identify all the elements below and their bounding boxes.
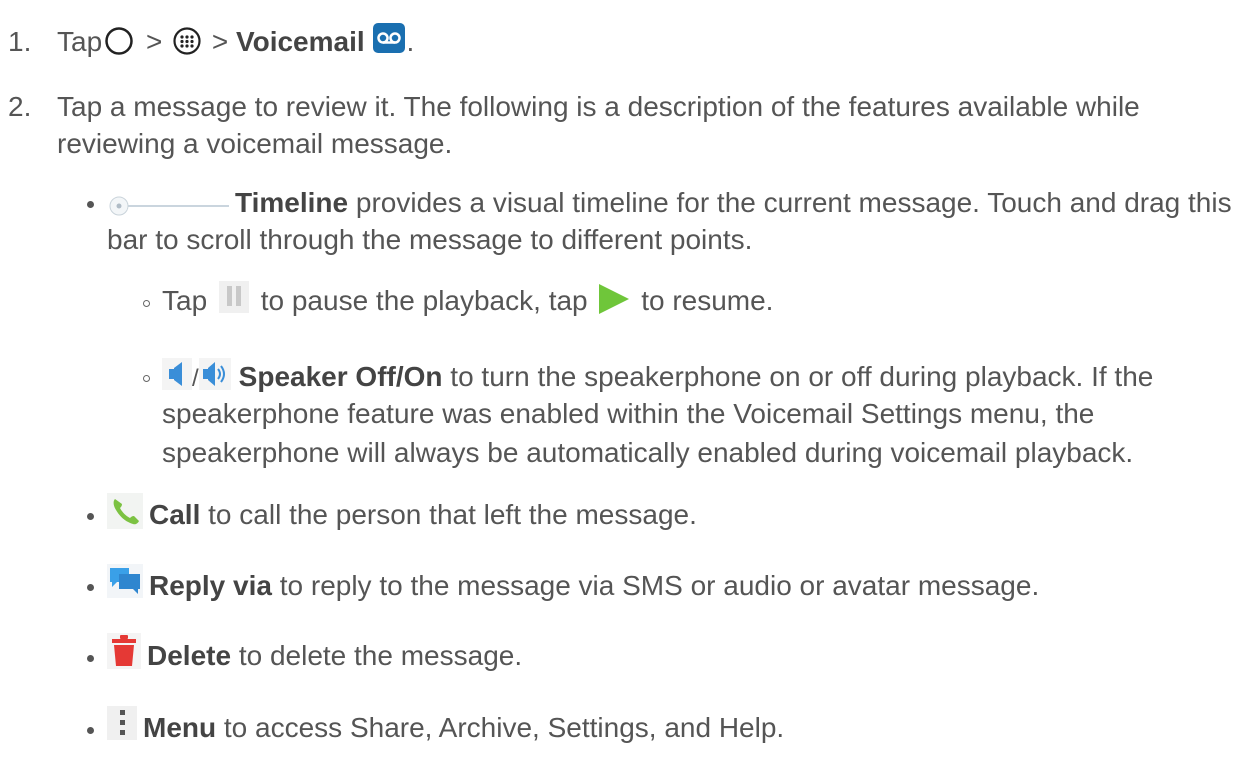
voicemail-icon — [372, 22, 406, 54]
separator: > — [211, 26, 229, 57]
voicemail-label: Voicemail — [236, 26, 365, 57]
sub-bullet — [143, 300, 150, 307]
delete-label: Delete — [147, 640, 232, 671]
speaker-on-icon — [198, 357, 231, 390]
menu-text: to access Share, Archive, Settings, and … — [216, 712, 785, 743]
reply-text: to reply to the message via SMS or audio… — [271, 570, 1040, 601]
pause-item: Tap to pause the playback, tap to resume… — [162, 280, 774, 320]
speaker-text-line3: speakerphone will always be automaticall… — [162, 437, 1134, 468]
step-2-text-line1: Tap a message to review it. The followin… — [57, 91, 1140, 122]
pause-icon — [218, 280, 249, 313]
separator: > — [145, 26, 163, 57]
call-item: Call to call the person that left the me… — [107, 492, 697, 535]
step-number: 2. — [8, 91, 32, 122]
timeline-slider-icon — [107, 190, 231, 216]
bullet — [87, 201, 94, 208]
pause-end-text: to resume. — [641, 285, 774, 316]
menu-item: Menu to access Share, Archive, Settings,… — [107, 705, 785, 747]
reply-chat-icon — [107, 563, 143, 598]
menu-label: Menu — [143, 712, 217, 743]
speaker-item: / Speaker Off/On to turn the speakerphon… — [162, 357, 1154, 398]
bullet — [87, 655, 94, 662]
step-2-text-line2: reviewing a voicemail message. — [57, 128, 453, 159]
call-text: to call the person that left the message… — [200, 499, 697, 530]
pause-mid-text: to pause the playback, tap — [260, 285, 588, 316]
step-number: 1. — [8, 26, 32, 57]
speaker-slash: / — [192, 365, 199, 392]
bullet — [87, 513, 94, 520]
play-icon — [597, 282, 631, 316]
bullet — [87, 727, 94, 734]
reply-item: Reply via to reply to the message via SM… — [107, 563, 1040, 605]
speaker-text-line1: to turn the speakerphone on or off durin… — [442, 361, 1154, 392]
bullet — [87, 584, 94, 591]
delete-text: to delete the message. — [231, 640, 523, 671]
overflow-menu-icon — [107, 705, 137, 740]
delete-item: Delete to delete the message. — [107, 632, 523, 676]
speaker-label: Speaker Off/On — [238, 361, 443, 392]
speaker-off-icon — [162, 357, 192, 390]
apps-icon — [172, 26, 202, 56]
reply-label: Reply via — [149, 570, 272, 601]
trash-icon — [107, 632, 141, 669]
sub-bullet — [143, 375, 150, 382]
timeline-label: Timeline — [235, 187, 349, 218]
timeline-text-line1: provides a visual timeline for the curre… — [348, 187, 1232, 218]
period: . — [406, 26, 415, 57]
phone-icon — [107, 492, 143, 529]
timeline-text-line2: bar to scroll through the message to dif… — [107, 224, 753, 255]
timeline-item: Timeline provides a visual timeline for … — [107, 184, 1232, 222]
speaker-text-line2: speakerphone feature was enabled within … — [162, 398, 1095, 429]
tap-text: Tap — [57, 26, 103, 57]
home-icon — [104, 26, 134, 56]
pause-tap-text: Tap — [162, 285, 208, 316]
call-label: Call — [149, 499, 201, 530]
